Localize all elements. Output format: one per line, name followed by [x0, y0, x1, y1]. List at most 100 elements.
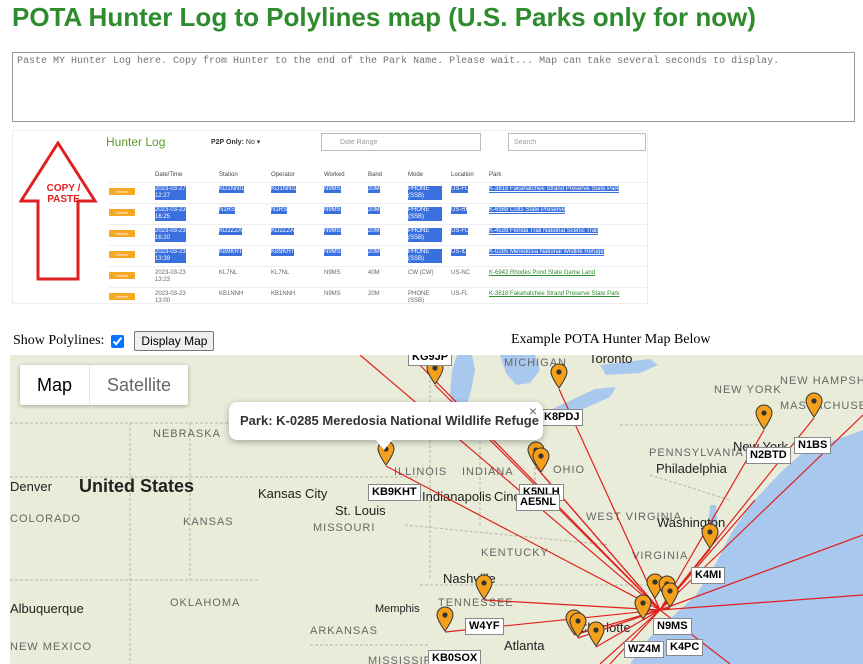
time-text: 13:23: [155, 277, 171, 283]
operator-cell: KD2ZZA: [271, 228, 295, 235]
location-cell: US-NC: [451, 270, 470, 276]
location-cell: US-RI: [451, 207, 468, 214]
worked-cell: N9MS: [324, 291, 341, 297]
band-cell: 20M: [368, 186, 380, 193]
contact-polyline: [409, 355, 661, 611]
table-row: Hunter 2023-03-23 16:20 KD2ZZA KD2ZZA N9MS 20M…: [109, 224, 647, 245]
time-text: 13:00: [155, 298, 171, 304]
hunter-tag: Hunter: [109, 230, 135, 237]
park-cell[interactable]: K-6942 Rhodes Pond State Game Land: [489, 270, 595, 277]
station-cell: KL7NL: [219, 270, 238, 276]
sample-heading: Hunter Log: [106, 135, 166, 149]
close-icon[interactable]: ×: [529, 403, 537, 419]
hunter-tag: Hunter: [109, 209, 135, 216]
date-cell: 2023-03-27 12:27: [155, 186, 186, 200]
time-text: 16:20: [155, 235, 171, 241]
col-header: Location: [451, 172, 474, 178]
table-row: Hunter 2023-03-23 13:39 KB9KHT KB9KHT N9MS 20M…: [109, 245, 647, 266]
map-marker-icon[interactable]: [661, 582, 679, 608]
map-type-satellite-button[interactable]: Satellite: [89, 365, 188, 405]
map-marker-icon[interactable]: [550, 363, 568, 389]
mode-cell: PHONE (SSB): [408, 291, 430, 304]
callsign-label: KB0SOX: [428, 650, 482, 664]
map-type-map-button[interactable]: Map: [20, 365, 89, 405]
callsign-label: K8PDJ: [540, 409, 584, 426]
hunter-tag: Hunter: [109, 272, 135, 279]
date-text: 2023-03-23: [155, 228, 186, 234]
mode-cell: PHONE (SSB): [408, 228, 442, 242]
map-marker-icon[interactable]: [755, 404, 773, 430]
hunter-log-input[interactable]: [12, 52, 855, 122]
station-cell: KD1NNI1: [219, 186, 245, 193]
col-header: Park: [489, 172, 502, 178]
park-cell[interactable]: K-4539 Florida Trail National Scenic Tra…: [489, 228, 598, 235]
example-map-caption: Example POTA Hunter Map Below: [511, 332, 711, 347]
location-cell: US-FL: [451, 228, 469, 235]
show-polylines-checkbox[interactable]: [111, 334, 125, 348]
callsign-label: W4YF: [465, 618, 504, 635]
time-text: 12:27: [155, 193, 171, 199]
table-row: Hunter 2023-03-23 13:23 KL7NL KL7NL N9MS 40M CW…: [109, 266, 647, 287]
date-cell: 2023-03-23 13:23: [155, 270, 186, 284]
col-header: Mode: [408, 172, 424, 178]
copy-paste-label: COPY / PASTE: [46, 183, 81, 205]
park-cell[interactable]: K-3618 Fakahatchee Strand Preserve State…: [489, 186, 620, 193]
mode-cell: PHONE (SSB): [408, 186, 442, 200]
map-marker-icon[interactable]: [634, 594, 652, 620]
callsign-label: K4MI: [691, 567, 726, 584]
map-marker-icon[interactable]: [569, 612, 587, 638]
hunter-map[interactable]: MICHIGAN Toronto NEW YORK NEW HAMPSHIRE …: [10, 355, 863, 664]
operator-cell: KL7NL: [271, 270, 290, 276]
date-cell: 2023-03-23 16:20: [155, 228, 186, 242]
mode-cell: PHONE (SSB): [408, 207, 442, 221]
hunter-tag: Hunter: [109, 188, 135, 195]
operator-cell: N1RS: [271, 207, 288, 214]
map-marker-icon[interactable]: [587, 621, 605, 647]
map-marker-icon[interactable]: [805, 392, 823, 418]
band-cell: 20M: [368, 228, 380, 235]
park-cell[interactable]: K-3618 Fakahatchee Strand Preserve State…: [489, 291, 619, 298]
worked-cell: N9MS: [324, 186, 341, 193]
col-header: Operator: [271, 172, 295, 178]
show-polylines-label: Show Polylines:: [13, 333, 105, 348]
station-cell: N1RS: [219, 207, 236, 214]
hunter-tag: Hunter: [109, 251, 135, 258]
callsign-label: KB9KHT: [368, 484, 421, 501]
location-cell: US-FL: [451, 186, 469, 193]
display-map-button[interactable]: Display Map: [134, 331, 215, 351]
operator-cell: KB1NNH: [271, 291, 296, 297]
park-cell[interactable]: K-0285 Meredosia National Wildlife Refug…: [489, 249, 604, 256]
date-text: 2023-03-23: [155, 270, 186, 276]
table-row: Hunter 2023-03-23 13:00 KB1NNH KB1NNH N9MS 20M…: [109, 287, 647, 304]
mode-cell: PHONE (SSB): [408, 249, 442, 263]
hunter-tag: Hunter: [109, 293, 135, 300]
table-row: Hunter 2023-03-27 12:27 KD1NNI1 KD1NNI1 N9MS 2…: [109, 182, 647, 203]
callsign-label: AE5NL: [516, 494, 561, 511]
date-cell: 2023-03-23 13:00: [155, 291, 186, 304]
worked-cell: N9MS: [324, 270, 341, 276]
table-row: Hunter 2023-03-23 16:25 N1RS N1RS N9MS 20M PHON…: [109, 203, 647, 224]
map-marker-icon[interactable]: [475, 574, 493, 600]
col-header: Worked: [324, 172, 345, 178]
mode-cell: CW (CW): [408, 270, 434, 276]
date-cell: 2023-03-23 16:25: [155, 207, 186, 221]
contact-polyline: [659, 594, 863, 611]
map-marker-icon[interactable]: [436, 606, 454, 632]
callsign-label: N1BS: [794, 437, 832, 454]
band-cell: 40M: [368, 270, 380, 276]
park-info-popup: Park: K-0285 Meredosia National Wildlife…: [229, 402, 543, 450]
col-header: Band: [368, 172, 383, 178]
date-text: 2023-03-27: [155, 186, 186, 192]
time-text: 13:39: [155, 256, 171, 262]
worked-cell: N9MS: [324, 249, 341, 256]
band-cell: 20M: [368, 207, 380, 214]
location-cell: US-FL: [451, 291, 469, 297]
park-cell[interactable]: K-6988 Colts State Preserve: [489, 207, 566, 214]
date-cell: 2023-03-23 13:39: [155, 249, 186, 263]
contact-polyline: [359, 355, 661, 611]
map-marker-icon[interactable]: [532, 447, 550, 473]
time-text: 16:25: [155, 214, 171, 220]
sample-hunter-log-image: COPY / PASTE Hunter Log P2P Only: No ▾ D…: [12, 130, 648, 304]
band-cell: 20M: [368, 291, 380, 297]
map-marker-icon[interactable]: [701, 523, 719, 549]
